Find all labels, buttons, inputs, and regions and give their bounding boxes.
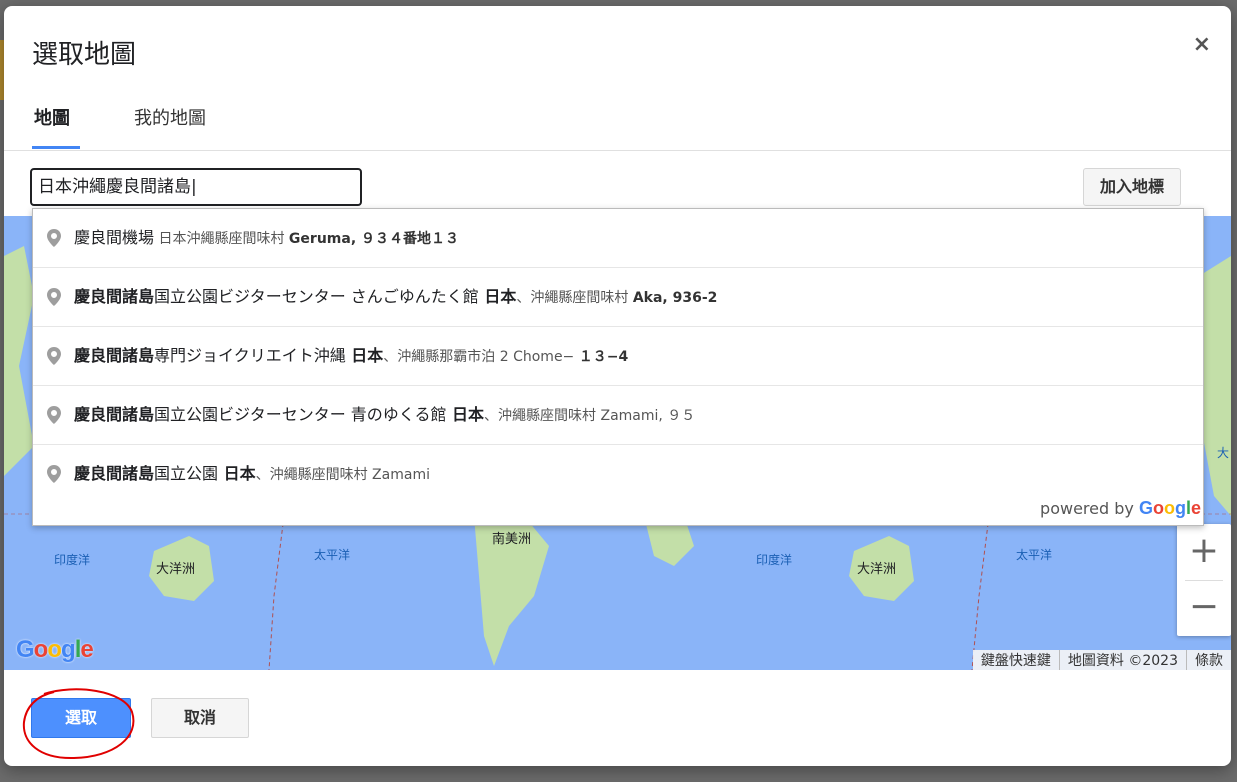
map-label-oceania: 大洋洲 (156, 562, 196, 577)
suggestion-item[interactable]: 慶良間諸島国立公園ビジターセンター さんごゆんたく館 日本、沖繩縣座間味村 Ak… (33, 268, 1203, 327)
map-data-link[interactable]: 地圖資料 ©2023 (1058, 650, 1186, 670)
suggestion-secondary: 、沖繩縣座間味村 Zamami, ９５ (484, 408, 696, 424)
suggestion-address-bold: Aka, 936-2 (632, 290, 718, 306)
select-button[interactable]: 選取 (31, 698, 131, 738)
tab-map[interactable]: 地圖 (30, 104, 74, 130)
suggestion-secondary: 、沖繩縣座間味村 (516, 290, 633, 306)
zoom-in-button[interactable]: + (1177, 524, 1231, 580)
powered-by-google: powered by Google (1040, 498, 1201, 519)
map-label-south-america: 南美洲 (492, 532, 532, 547)
suggestion-main: 国立公園ビジターセンター さんごゆんたく館 (154, 287, 479, 306)
suggestion-item[interactable]: 慶良間諸島専門ジョイクリエイト沖縄 日本、沖繩縣那霸市泊 2 Chome− １３… (33, 327, 1203, 386)
map-pin-icon (47, 288, 61, 306)
suggestion-secondary: 、沖繩縣座間味村 Zamami (255, 467, 430, 483)
suggestion-main: 慶良間機場 (74, 228, 155, 247)
suggestion-secondary: 、沖繩縣那霸市泊 2 Chome− (383, 349, 579, 365)
map-pin-icon (47, 229, 61, 247)
suggestion-main: 国立公園 (154, 464, 219, 483)
map-label-indian-ocean-2: 印度洋 (756, 553, 793, 567)
suggestion-country: 日本 (345, 346, 384, 365)
terms-link[interactable]: 條款 (1186, 650, 1231, 670)
map-attribution: 鍵盤快速鍵 地圖資料 ©2023 條款 (972, 650, 1231, 670)
autocomplete-dropdown: 慶良間機場 日本沖繩縣座間味村 Geruma, ９３４番地１３ 慶良間諸島国立公… (32, 208, 1204, 526)
zoom-out-button[interactable]: − (1177, 580, 1231, 636)
powered-by-text: powered by (1040, 499, 1139, 518)
suggestion-match: 慶良間諸島 (74, 464, 155, 483)
suggestion-main: 専門ジョイクリエイト沖縄 (154, 346, 346, 365)
suggestion-match: 慶良間諸島 (74, 346, 155, 365)
tab-my-maps[interactable]: 我的地圖 (130, 104, 210, 130)
dialog-title: 選取地圖 (32, 40, 137, 70)
suggestion-country: 日本 (218, 464, 256, 483)
location-search-input[interactable]: 日本沖繩慶良間諸島| (30, 168, 362, 206)
suggestion-country: 日本 (446, 405, 485, 424)
map-label-edge: 大 (1217, 446, 1230, 460)
select-map-dialog: 選取地圖 × 地圖 我的地圖 日本沖繩慶良間諸島| 加入地標 印度洋 大洋洲 太… (4, 6, 1231, 766)
map-label-pacific: 太平洋 (314, 548, 351, 562)
tab-bar: 地圖 我的地圖 (4, 94, 1231, 151)
suggestion-match: 慶良間諸島 (74, 405, 155, 424)
suggestion-item[interactable]: 慶良間諸島国立公園ビジターセンター 青のゆくる館 日本、沖繩縣座間味村 Zama… (33, 386, 1203, 445)
zoom-control: + − (1177, 524, 1231, 636)
active-tab-indicator (32, 146, 80, 149)
suggestion-secondary: 日本沖繩縣座間味村 (154, 231, 289, 247)
suggestion-country: 日本 (478, 287, 517, 306)
close-icon[interactable]: × (1193, 32, 1211, 57)
cancel-button[interactable]: 取消 (151, 698, 249, 738)
suggestion-match: 慶良間諸島 (74, 287, 155, 306)
suggestion-address-bold: １３−4 (578, 349, 629, 365)
suggestion-item[interactable]: 慶良間機場 日本沖繩縣座間味村 Geruma, ９３４番地１３ (33, 209, 1203, 268)
map-pin-icon (47, 347, 61, 365)
powered-by-google-logo: Google (1138, 498, 1201, 518)
map-label-oceania-2: 大洋洲 (857, 562, 897, 577)
text-cursor: | (191, 177, 197, 197)
google-logo[interactable]: Google (16, 636, 94, 664)
search-value: 日本沖繩慶良間諸島 (38, 177, 191, 197)
map-label-pacific-2: 太平洋 (1016, 548, 1053, 562)
keyboard-shortcuts-link[interactable]: 鍵盤快速鍵 (973, 650, 1059, 670)
add-marker-button[interactable]: 加入地標 (1083, 168, 1181, 206)
suggestion-main: 国立公園ビジターセンター 青のゆくる館 (154, 405, 447, 424)
map-pin-icon (47, 406, 61, 424)
map-pin-icon (47, 465, 61, 483)
suggestion-item[interactable]: 慶良間諸島国立公園 日本、沖繩縣座間味村 Zamami (33, 445, 1203, 503)
suggestion-address-bold: Geruma, ９３４番地１３ (288, 231, 460, 247)
map-label-indian-ocean: 印度洋 (54, 553, 91, 567)
